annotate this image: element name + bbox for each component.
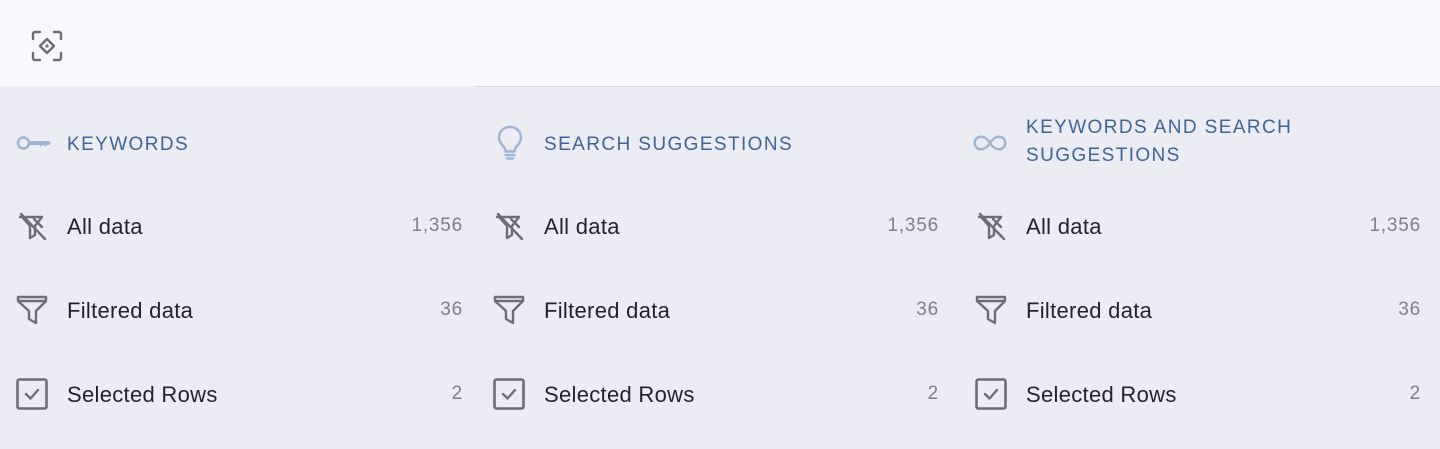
column-title: Keywords and Search Suggestions: [1026, 117, 1293, 166]
column-header: Keywords: [0, 86, 475, 196]
row-label: Selected Rows: [67, 382, 218, 407]
row-label: Selected Rows: [1026, 382, 1177, 407]
row-label: Filtered data: [67, 298, 194, 323]
key-icon: [16, 126, 52, 160]
row-count: 36: [1398, 299, 1421, 320]
row-count: 2: [451, 383, 463, 404]
checkbox-icon: [974, 377, 1010, 411]
row-count: 2: [1409, 383, 1421, 404]
checkbox-icon: [15, 377, 51, 411]
all-data-option[interactable]: All data 1,356: [959, 204, 1433, 248]
row-label: All data: [544, 214, 620, 239]
filtered-data-option[interactable]: Filtered data 36: [0, 288, 475, 332]
column-keywords-and-search-suggestions: Keywords and Search Suggestions All data…: [959, 86, 1433, 449]
all-data-icon: [492, 209, 528, 243]
all-data-option[interactable]: All data 1,356: [477, 204, 951, 248]
infinity-icon: [972, 126, 1008, 160]
column-header: Keywords and Search Suggestions: [959, 86, 1433, 196]
all-data-option[interactable]: All data 1,356: [0, 204, 475, 248]
selected-rows-option[interactable]: Selected Rows 2: [0, 372, 475, 416]
row-label: Selected Rows: [544, 382, 695, 407]
top-toolbar: [0, 0, 1440, 86]
row-count: 36: [440, 299, 463, 320]
row-label: All data: [1026, 214, 1102, 239]
filter-icon: [15, 293, 51, 327]
focus-target-icon: [31, 30, 63, 62]
row-count: 1,356: [1369, 215, 1421, 236]
selected-rows-option[interactable]: Selected Rows 2: [959, 372, 1433, 416]
filter-icon: [492, 293, 528, 327]
column-search-suggestions: Search Suggestions All data 1,356 F: [477, 86, 951, 449]
column-title: Keywords: [67, 134, 190, 155]
filter-icon: [974, 293, 1010, 327]
column-header: Search Suggestions: [477, 86, 951, 196]
selected-rows-option[interactable]: Selected Rows 2: [477, 372, 951, 416]
row-count: 1,356: [887, 215, 939, 236]
filtered-data-option[interactable]: Filtered data 36: [477, 288, 951, 332]
row-label: Filtered data: [544, 298, 671, 323]
focus-target-button[interactable]: [26, 26, 68, 66]
lightbulb-icon: [495, 125, 531, 160]
row-count: 1,356: [411, 215, 463, 236]
row-count: 36: [916, 299, 939, 320]
column-keywords: Keywords All data 1,356 Filtered da: [0, 86, 475, 449]
checkbox-icon: [492, 377, 528, 411]
row-label: All data: [67, 214, 143, 239]
row-count: 2: [927, 383, 939, 404]
filtered-data-option[interactable]: Filtered data 36: [959, 288, 1433, 332]
all-data-icon: [974, 209, 1010, 243]
all-data-icon: [15, 209, 51, 243]
column-title: Search Suggestions: [544, 134, 794, 155]
row-label: Filtered data: [1026, 298, 1153, 323]
